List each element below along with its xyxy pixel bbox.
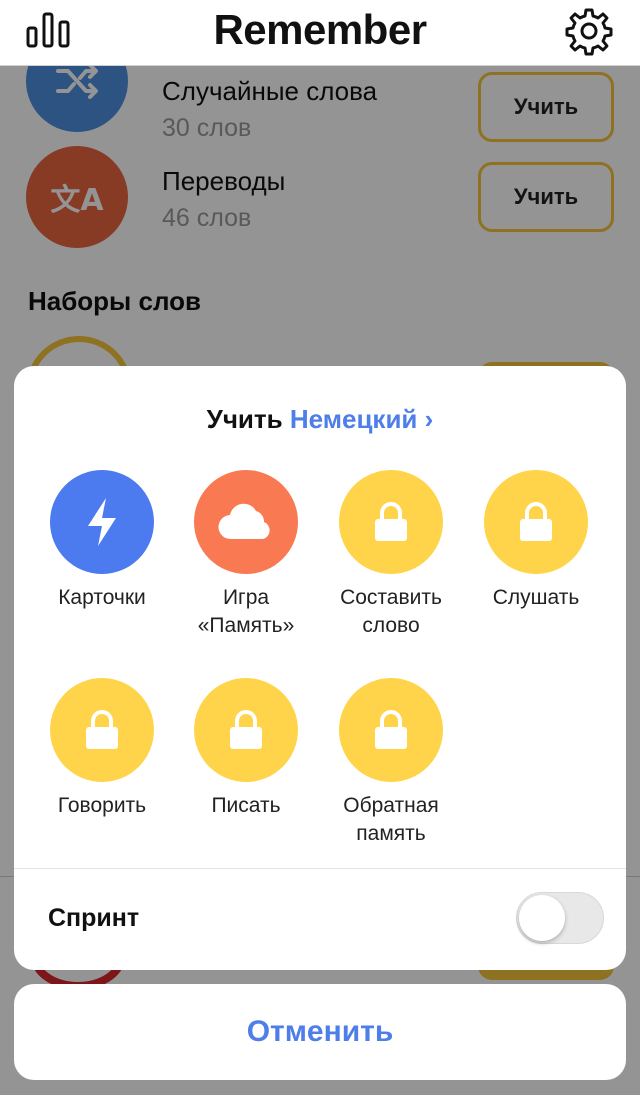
lock-icon: [194, 678, 298, 782]
lightning-icon: [50, 470, 154, 574]
mode-label: Игра «Память»: [197, 586, 295, 637]
language-name[interactable]: Немецкий: [290, 404, 418, 434]
mode-label: Обратная память: [343, 794, 439, 845]
gear-icon[interactable]: [564, 6, 614, 56]
mode-speak[interactable]: Говорить: [22, 678, 182, 820]
cancel-button[interactable]: Отменить: [14, 984, 626, 1080]
mode-label: Карточки: [58, 586, 146, 609]
sheet-divider: [14, 868, 626, 869]
lock-icon: [339, 678, 443, 782]
mode-label: Писать: [211, 794, 281, 817]
cloud-icon: [194, 470, 298, 574]
mode-write[interactable]: Писать: [166, 678, 326, 820]
app-header: Remember: [0, 0, 640, 66]
mode-memory-game[interactable]: Игра «Память»: [166, 470, 326, 640]
mode-listen[interactable]: Слушать: [456, 470, 616, 612]
language-selector[interactable]: Немецкий ›: [290, 404, 433, 434]
learn-mode-sheet: Учить Немецкий › Карточки Игра «Память» С…: [14, 366, 626, 970]
sheet-title-prefix: Учить: [206, 404, 283, 434]
mode-label: Говорить: [57, 794, 147, 817]
mode-label: Составить слово: [340, 586, 442, 637]
mode-reverse-memory[interactable]: Обратная память: [311, 678, 471, 848]
toggle-knob: [519, 895, 565, 941]
lock-icon: [50, 678, 154, 782]
sheet-title: Учить Немецкий ›: [14, 404, 626, 435]
mode-compose-word[interactable]: Составить слово: [311, 470, 471, 640]
chevron-right-icon: ›: [424, 404, 434, 434]
sprint-toggle[interactable]: [516, 892, 604, 944]
mode-label: Слушать: [492, 586, 580, 609]
app-screen: Remember Случайные слова 30 слов Учить 文…: [0, 0, 640, 1095]
app-title: Remember: [213, 6, 427, 53]
lock-icon: [339, 470, 443, 574]
sprint-label: Спринт: [48, 904, 140, 932]
mode-cards[interactable]: Карточки: [22, 470, 182, 612]
lock-icon: [484, 470, 588, 574]
